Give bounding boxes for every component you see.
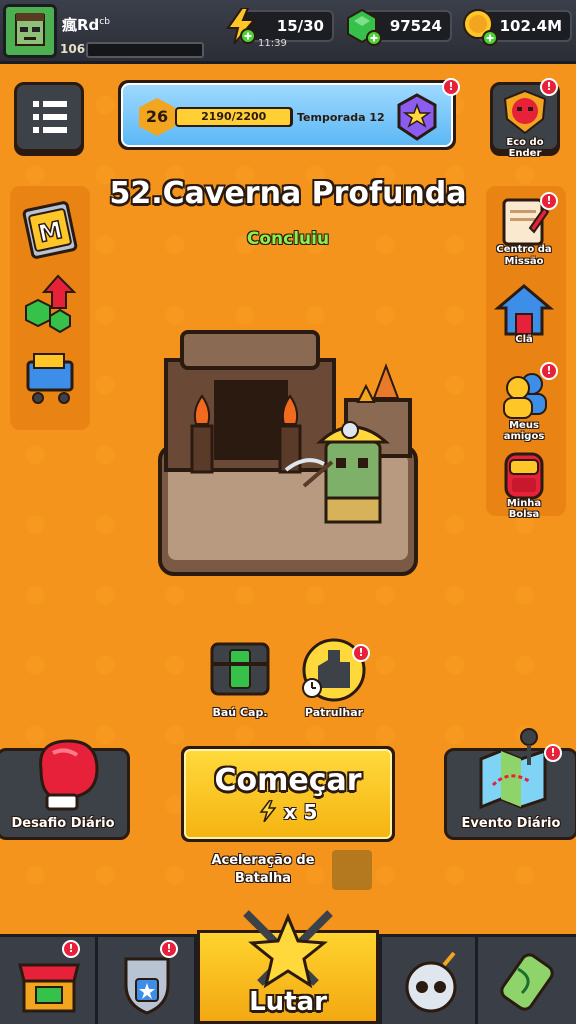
season-medal-icon: [397, 93, 437, 141]
season-progress-text: 2190/2200: [177, 109, 291, 125]
armor-badge-icon: [124, 957, 170, 1015]
patrol-notification-badge: !: [352, 644, 370, 662]
clan-house-icon: [493, 284, 555, 336]
eco-do-ender-label: Eco do Ender: [506, 137, 544, 159]
shop-cart-button[interactable]: [18, 344, 82, 412]
energy-cost-icon: [259, 799, 277, 823]
season-pass-panel[interactable]: 26 2190/2200 Temporada 12: [118, 80, 456, 150]
stage-cave-illustration[interactable]: [156, 330, 420, 580]
daily-event-button[interactable]: Evento Diário: [444, 728, 576, 840]
start-cost: x 5: [186, 799, 390, 824]
coin-icon[interactable]: [462, 8, 498, 50]
gem-growth-arrow-icon: [25, 274, 77, 334]
shop-notification-badge: !: [62, 940, 80, 958]
nav-fight-label: Lutar: [249, 987, 327, 1017]
list-menu-icon: [33, 101, 67, 133]
season-notification-badge: !: [442, 78, 460, 96]
cap-chest-button[interactable]: Baú Cap.: [204, 636, 276, 722]
skull-bomb-icon: [405, 951, 457, 1013]
top-bar: 瘋Rdcb 106 15/30 11:39 97524 102.4M: [0, 0, 576, 64]
boxing-glove-icon: [39, 739, 99, 811]
clan-label: Clã: [515, 334, 533, 345]
patrol-label: Patrulhar: [304, 706, 364, 719]
nav-shop[interactable]: [0, 937, 98, 1024]
nav-equipment[interactable]: [98, 937, 197, 1024]
nav-fight[interactable]: Lutar: [197, 910, 379, 1024]
bag-label: Minha Bolsa: [506, 498, 542, 520]
avatar-zombie-icon: [6, 7, 54, 55]
player-xp-bar: [86, 42, 204, 58]
eco-notification-badge: !: [540, 78, 558, 96]
event-map-icon: [479, 728, 547, 810]
cave-scene: [158, 330, 418, 576]
avatar[interactable]: [3, 4, 57, 58]
start-button[interactable]: Começar x 5: [181, 746, 395, 842]
dna-capsule-icon: [500, 953, 554, 1011]
stage-title: 52.Caverna Profunda: [109, 176, 467, 211]
stage-status: Concluiu: [246, 229, 330, 249]
battle-acceleration-toggle[interactable]: [332, 850, 372, 890]
clan-button[interactable]: Clã: [492, 282, 556, 348]
cap-chest-label: Baú Cap.: [212, 706, 268, 719]
shop-stall-icon: [18, 963, 80, 1013]
player-name: 瘋Rdcb: [62, 16, 110, 34]
bag-button[interactable]: Minha Bolsa: [492, 446, 556, 520]
gem-icon[interactable]: [346, 8, 382, 50]
player-level: 106: [60, 42, 86, 56]
growth-fund-button[interactable]: [18, 270, 82, 338]
equipment-notification-badge: !: [160, 940, 178, 958]
event-notification-badge: !: [544, 744, 562, 762]
season-progress-bar: 2190/2200: [175, 107, 293, 127]
shopping-cart-icon: [26, 353, 74, 404]
energy-timer: 11:39: [258, 38, 287, 49]
season-label: Temporada 12: [297, 111, 385, 124]
friends-label: Meus amigos: [503, 420, 545, 442]
menu-button[interactable]: [14, 82, 84, 152]
start-label: Começar: [214, 763, 362, 798]
star-crossed-swords-icon: [243, 910, 333, 989]
daily-challenge-label: Desafio Diário: [11, 816, 115, 831]
daily-event-label: Evento Diário: [461, 816, 561, 831]
battle-acceleration-label: Aceleração de Batalha: [211, 853, 315, 886]
daily-challenge-button[interactable]: Desafio Diário: [0, 739, 130, 840]
energy-icon[interactable]: [224, 7, 258, 48]
season-level: 26: [139, 98, 175, 136]
nav-dna[interactable]: [478, 937, 576, 1024]
backpack-icon: [504, 452, 544, 500]
nav-skull[interactable]: [379, 937, 478, 1024]
friends-notification-badge: !: [540, 362, 558, 380]
chest-icon: [210, 642, 270, 696]
